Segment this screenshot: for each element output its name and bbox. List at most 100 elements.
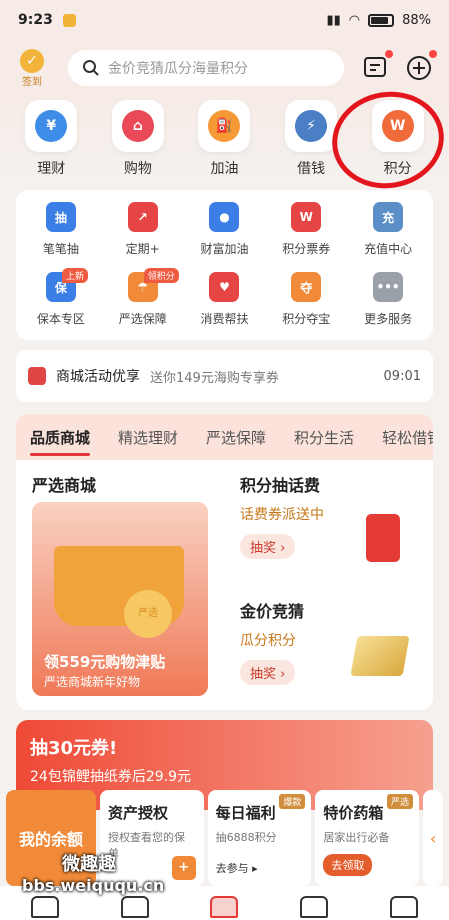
helping-hand-icon: ♥ <box>209 272 240 302</box>
service-label: 更多服务 <box>364 312 413 326</box>
service-item[interactable]: 充充值中心 <box>347 202 429 272</box>
quick-glyph: ¥ <box>35 110 68 142</box>
wifi-icon: ◠ <box>348 12 361 28</box>
checkmark-icon: ✓ <box>20 48 44 73</box>
top-bar: ✓ 签到 金价竞猜瓜分海量积分 <box>0 40 449 96</box>
mall-tab[interactable]: 品质商城 <box>16 427 104 456</box>
search-icon <box>83 60 99 76</box>
service-item[interactable]: 夺积分夺宝 <box>265 272 347 342</box>
quick-glyph: ⚡ <box>295 110 328 142</box>
mall-tab[interactable]: 积分生活 <box>280 427 368 448</box>
service-item[interactable]: ♥ 消费帮扶 <box>184 272 266 342</box>
service-label: 保本专区 <box>36 312 85 326</box>
medicine-claim-button[interactable]: 去领取 <box>323 854 373 876</box>
wealth-fuel-icon: ● <box>209 202 240 232</box>
service-tag: 上新 <box>62 268 89 283</box>
lottery-button[interactable]: 抽奖 › <box>240 534 296 559</box>
service-item[interactable]: 抽笔笔抽 <box>20 202 102 272</box>
service-label: 消费帮扶 <box>200 312 249 326</box>
service-label: 笔笔抽 <box>42 242 79 256</box>
mall-card: 品质商城精选理财严选保障积分生活轻松借钱 严选商城 严选 领559元购物津贴 严… <box>16 414 433 710</box>
mall-left-title: 严选商城 <box>32 476 97 495</box>
tab-deals-icon[interactable] <box>210 896 239 918</box>
tab-home-icon[interactable] <box>30 896 59 918</box>
mail-icon <box>28 367 46 385</box>
guess-button[interactable]: 抽奖 › <box>240 660 296 685</box>
mall-tab[interactable]: 严选保障 <box>192 427 280 448</box>
quick-item[interactable]: ⛽ 加油 <box>188 100 260 182</box>
coupon-title: 抽30元券! <box>30 738 118 759</box>
search-placeholder: 金价竞猜瓜分海量积分 <box>108 61 248 77</box>
notice-text: 送你149元海购专享券 <box>150 370 279 386</box>
daily-benefit-action[interactable]: 去参与 ▸ <box>216 860 258 876</box>
medicine-box-sub: 居家出行必备 <box>323 831 390 844</box>
service-item[interactable]: ☂ 严选保障 领积分 <box>102 268 184 342</box>
mall-tab[interactable]: 精选理财 <box>104 427 192 448</box>
notice-time: 09:01 <box>383 368 421 384</box>
tab-shop-icon[interactable] <box>300 896 329 918</box>
daily-benefit-sub: 抽6888积分 <box>215 831 277 844</box>
message-button[interactable] <box>362 50 393 81</box>
service-item[interactable]: 保保本专区 上新 <box>20 268 102 342</box>
quick-glyph: ⛽ <box>208 110 241 142</box>
service-grid: 抽笔笔抽 ↗ 定期+ ● 财富加油 W 积分票券充充值中心保保本专区 上新 ☂ 严选保障 领积分 ♥ 消… <box>16 190 433 340</box>
watermark: 微趣趣 bbs.weiququ.cn <box>22 850 164 895</box>
guess-title: 金价竞猜 <box>240 602 305 621</box>
service-label: 定期+ <box>125 242 160 256</box>
quick-item[interactable]: ¥ 理财 <box>15 100 87 182</box>
service-label: 充值中心 <box>364 242 413 256</box>
daily-benefit-card[interactable]: 爆款 每日福利 抽6888积分 去参与 ▸ <box>207 790 312 886</box>
more-icon: ••• <box>373 272 404 302</box>
shopping-bag-icon: ⌂ <box>111 100 164 152</box>
quick-label: 购物 <box>123 161 152 177</box>
signin-button[interactable]: ✓ 签到 <box>12 48 52 88</box>
status-bar: 9:23 ▮▮ ◠ 88% <box>0 0 449 40</box>
tab-profile-icon[interactable] <box>390 896 419 918</box>
select-ribbon: 严选 <box>387 794 414 809</box>
red-envelope-icon <box>366 514 400 562</box>
fuel-icon: ⛽ <box>198 100 251 152</box>
coin-icon: 严选 <box>124 590 172 638</box>
chart-up-icon: ↗ <box>127 202 158 232</box>
quick-item[interactable]: ⌂ 购物 <box>102 100 174 182</box>
mall-tabs: 品质商城精选理财严选保障积分生活轻松借钱 <box>16 414 433 460</box>
wealth-icon: ¥ <box>25 100 78 152</box>
battery-level: 88% <box>402 12 431 28</box>
signin-label: 签到 <box>22 76 42 88</box>
watermark-line1: 微趣趣 <box>62 854 116 875</box>
add-button[interactable] <box>406 50 437 81</box>
service-label: 严选保障 <box>118 312 167 326</box>
unread-dot <box>385 50 393 58</box>
medicine-box-card[interactable]: 严选 特价药箱 居家出行必备 去领取 <box>315 790 420 886</box>
notice-title: 商城活动优享 <box>56 369 140 385</box>
search-bar[interactable]: 金价竞猜瓜分海量积分 <box>68 50 344 86</box>
gold-bar-icon <box>350 636 410 676</box>
service-item[interactable]: W 积分票券 <box>265 202 347 272</box>
service-label: 积分票券 <box>282 242 331 256</box>
plus-icon[interactable]: + <box>171 856 196 880</box>
service-tag: 领积分 <box>143 268 179 283</box>
mall-banner-sub: 严选商城新年好物 <box>44 675 141 689</box>
signal-icon: ▮▮ <box>326 12 341 28</box>
tab-wealth-icon[interactable] <box>120 896 149 918</box>
service-label: 财富加油 <box>200 242 249 256</box>
plus-circle-icon <box>407 56 431 80</box>
unread-dot <box>429 50 437 58</box>
recharge-icon: 充 <box>373 202 404 232</box>
mall-banner[interactable]: 严选 领559元购物津贴 严选商城新年好物 <box>32 502 208 696</box>
notice-bar[interactable]: 商城活动优享 送你149元海购专享券 09:01 <box>16 350 433 402</box>
asset-auth-title: 资产授权 <box>108 804 169 822</box>
quick-label: 理财 <box>37 161 66 177</box>
service-item[interactable]: ● 财富加油 <box>184 202 266 272</box>
ticket-icon: W <box>291 202 322 232</box>
lightning-shield-icon: ⚡ <box>285 100 338 152</box>
treasure-icon: 夺 <box>291 272 322 302</box>
notification-icon <box>62 13 76 27</box>
quick-label: 加油 <box>210 161 239 177</box>
status-time: 9:23 <box>18 12 53 28</box>
scroll-left-icon[interactable]: ‹ <box>423 790 444 886</box>
mall-tab[interactable]: 轻松借钱 <box>368 427 433 448</box>
service-item[interactable]: ↗ 定期+ <box>102 202 184 272</box>
watermark-line2: bbs.weiququ.cn <box>22 876 165 895</box>
service-item[interactable]: ••• 更多服务 <box>347 272 429 342</box>
